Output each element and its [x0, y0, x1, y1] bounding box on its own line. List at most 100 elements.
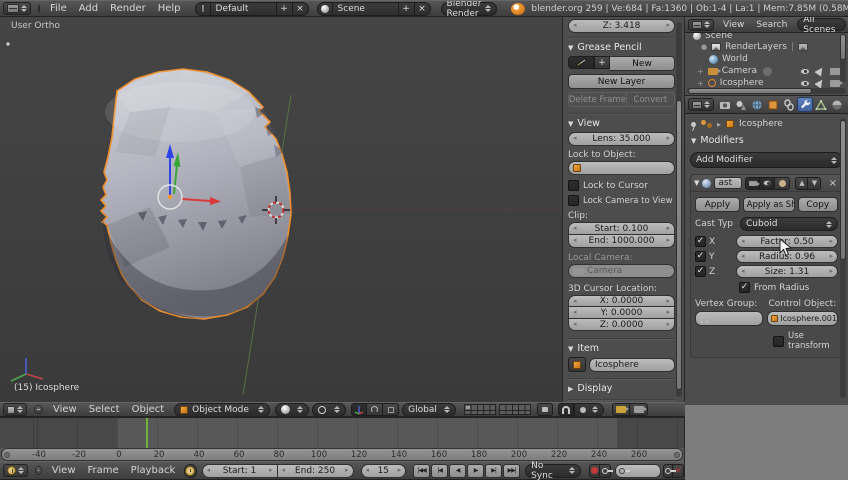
outliner-row-camera[interactable]: + Camera: [685, 65, 848, 77]
restrict-view-icon[interactable]: [800, 79, 810, 87]
outliner-row-scene[interactable]: Scene: [685, 33, 848, 41]
modifier-name-field[interactable]: ast: [714, 177, 743, 189]
add-modifier-select[interactable]: Add Modifier: [690, 152, 843, 168]
grease-pencil-plus-button[interactable]: +: [594, 56, 610, 69]
manipulator-scale-toggle[interactable]: [383, 403, 400, 416]
draw-mode-button[interactable]: [568, 56, 594, 69]
jump-to-end-button[interactable]: ▶▶|: [503, 463, 521, 478]
auto-keyframe-record-button[interactable]: [588, 463, 601, 478]
modifier-editmode-toggle[interactable]: [775, 176, 791, 190]
viewport-shading-select[interactable]: [275, 403, 310, 416]
sync-mode-select[interactable]: No Sync: [525, 461, 581, 480]
properties-scrollbar-track[interactable]: [840, 118, 846, 398]
tab-constraints[interactable]: [781, 97, 797, 112]
object-name-field[interactable]: Icosphere: [589, 357, 675, 372]
menu-view[interactable]: View: [47, 404, 83, 415]
opengl-render-anim-button[interactable]: [630, 403, 649, 416]
tab-object-data[interactable]: [813, 97, 829, 112]
layers-grid-2[interactable]: [499, 404, 532, 415]
modifiers-panel-header[interactable]: ▼ Modifiers: [685, 133, 848, 148]
cast-type-select[interactable]: Cuboid: [740, 217, 838, 231]
screen-layout-name[interactable]: Default: [210, 1, 277, 16]
snap-toggle[interactable]: [558, 403, 575, 416]
cursor-y-slider[interactable]: ◂ Y: 0.0000 ▸: [568, 307, 675, 319]
menu-select[interactable]: Select: [83, 404, 126, 415]
outliner-menu-view[interactable]: View: [717, 20, 750, 30]
menu-render[interactable]: Render: [104, 3, 152, 14]
cursor-x-slider[interactable]: ◂ X: 0.0000 ▸: [568, 295, 675, 307]
editor-type-properties-button[interactable]: [688, 98, 714, 111]
outliner-row-icosphere[interactable]: + Icosphere: [685, 77, 848, 88]
outliner-hscrollbar-track[interactable]: [687, 88, 846, 94]
timeline-menu-playback[interactable]: Playback: [125, 465, 182, 476]
editor-type-info-button[interactable]: [3, 2, 31, 15]
editor-type-timeline-button[interactable]: [3, 464, 28, 477]
restrict-view-icon[interactable]: [800, 67, 810, 75]
render-engine-select[interactable]: Blender Render: [440, 1, 498, 16]
time-toggle-button[interactable]: [184, 463, 197, 478]
outliner-menu-search[interactable]: Search: [750, 20, 793, 30]
tab-world[interactable]: [749, 97, 765, 112]
manipulator-translate-toggle[interactable]: [351, 403, 368, 416]
cursor-z-slider[interactable]: ◂ Z: 0.0000 ▸: [568, 319, 675, 331]
timeline-menu-view[interactable]: View: [46, 465, 82, 476]
menu-object[interactable]: Object: [126, 404, 171, 415]
outliner-row-renderlayers[interactable]: ● RenderLayers |: [685, 41, 848, 53]
delete-scene-button[interactable]: ×: [414, 1, 431, 16]
modifier-move-up-button[interactable]: ▲: [795, 176, 809, 190]
add-scene-button[interactable]: +: [398, 1, 415, 16]
item-panel-header[interactable]: ▼ Item: [568, 343, 675, 354]
collapse-menus-icon[interactable]: [35, 466, 42, 475]
current-frame-line[interactable]: [146, 418, 148, 448]
next-keyframe-button[interactable]: ▶|: [485, 463, 503, 478]
menu-file[interactable]: File: [44, 3, 73, 14]
delete-frame-button[interactable]: Delete Frame: [568, 92, 627, 107]
expand-icon[interactable]: ●: [701, 43, 707, 51]
axis-z-checkbox[interactable]: ✓: [695, 266, 706, 277]
from-radius-row[interactable]: ✓ From Radius: [695, 282, 838, 293]
layers-grid-1[interactable]: [464, 404, 497, 415]
outliner-hscrollbar-thumb[interactable]: [688, 88, 813, 94]
pivot-point-select[interactable]: [312, 403, 347, 416]
jump-to-start-button[interactable]: |◀◀: [413, 463, 431, 478]
collapse-menus-icon[interactable]: [34, 405, 43, 414]
apply-button[interactable]: Apply: [695, 197, 740, 212]
object-type-button[interactable]: [568, 357, 586, 372]
copy-button[interactable]: Copy: [797, 197, 839, 212]
display-panel-header[interactable]: ▶ Display: [568, 383, 675, 394]
menu-help[interactable]: Help: [152, 3, 187, 14]
keying-mode-button[interactable]: [600, 463, 614, 478]
lock-camera-checkbox[interactable]: [568, 195, 579, 206]
modifier-move-down-button[interactable]: ▼: [808, 176, 822, 190]
outliner-row-world[interactable]: World: [685, 53, 848, 65]
axis-y-checkbox[interactable]: ✓: [695, 251, 706, 262]
grease-pencil-panel-header[interactable]: ▼ Grease Pencil: [568, 42, 675, 53]
3d-viewport[interactable]: User Ortho (15) Icosphere: [0, 17, 563, 402]
npanel-scrollbar-track[interactable]: [676, 22, 682, 397]
timeline-menu-frame[interactable]: Frame: [82, 465, 125, 476]
from-radius-checkbox[interactable]: ✓: [739, 282, 750, 293]
modifier-realtime-toggle[interactable]: [760, 176, 776, 190]
timeline-strip[interactable]: [0, 417, 684, 448]
timeline-ruler[interactable]: -40 -20 0 20 40 60 80 100 120 140 160 18…: [1, 448, 683, 461]
size-slider[interactable]: ◂ Size: 1.31 ▸: [736, 265, 838, 278]
view-panel-header[interactable]: ▼ View: [568, 118, 675, 129]
axis-x-checkbox[interactable]: ✓: [695, 236, 706, 247]
convert-button[interactable]: Convert: [626, 92, 675, 107]
restrict-select-icon[interactable]: [814, 65, 826, 77]
frame-start-slider[interactable]: ◂ Start: 1 ▸: [201, 463, 278, 478]
menu-add[interactable]: Add: [73, 3, 104, 14]
lock-to-scene-toggle[interactable]: [537, 403, 554, 416]
lock-to-cursor-checkbox[interactable]: [568, 180, 579, 191]
grease-pencil-new-button[interactable]: New: [610, 56, 675, 71]
transform-z-slider[interactable]: ◂ Z: 3.418 ▸: [568, 19, 675, 33]
tab-object[interactable]: [765, 97, 781, 112]
editor-type-3dview-button[interactable]: [3, 403, 27, 416]
scene-name[interactable]: Scene: [332, 1, 399, 16]
tab-render[interactable]: [717, 97, 733, 112]
lens-slider[interactable]: ◂ Lens: 35.000 ▸: [568, 132, 675, 146]
restrict-render-icon[interactable]: [830, 79, 843, 87]
clip-end-slider[interactable]: ◂ End: 1000.000 ▸: [568, 235, 675, 248]
snap-element-select[interactable]: [574, 403, 605, 416]
current-frame-field[interactable]: ◂ 15 ▸: [360, 463, 407, 478]
